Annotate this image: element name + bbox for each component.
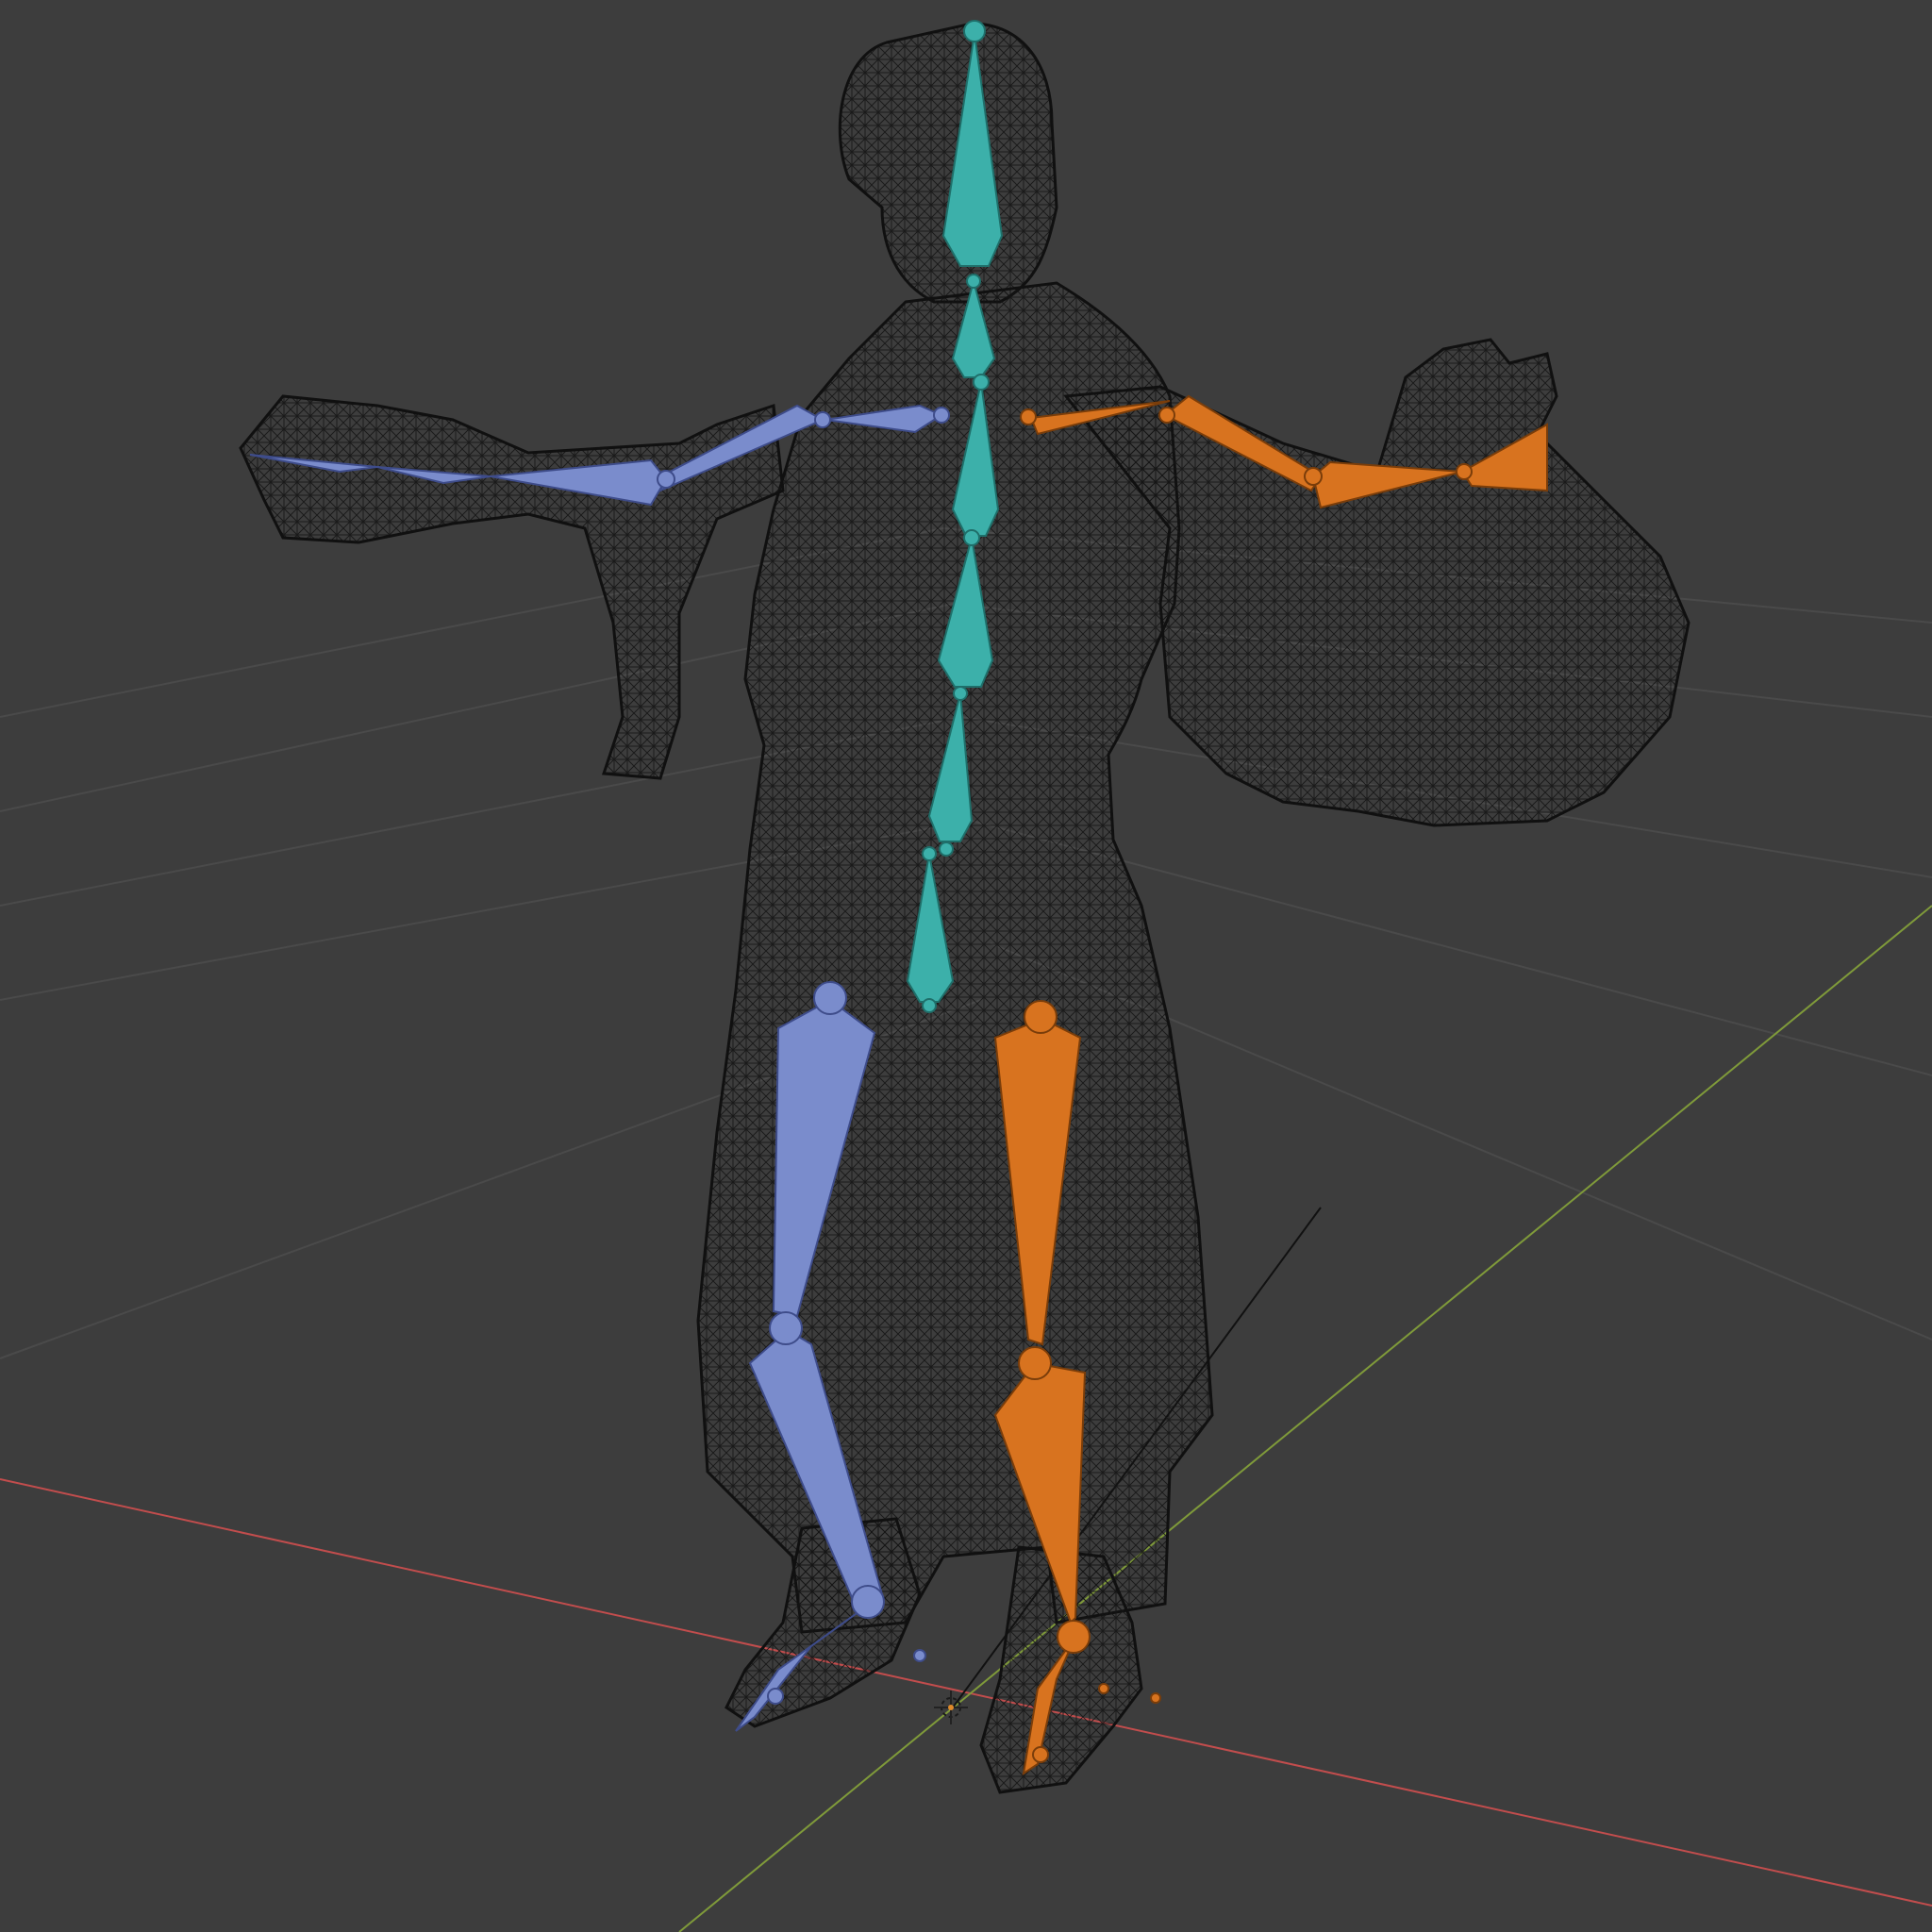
left-heel-bone[interactable]: [913, 1649, 926, 1662]
left-knee-joint[interactable]: [769, 1311, 803, 1345]
right-small-bone[interactable]: [1150, 1692, 1161, 1704]
root-joint[interactable]: [922, 998, 937, 1013]
left-shoulder-joint[interactable]: [933, 407, 950, 424]
left-wrist-joint[interactable]: [657, 470, 675, 489]
right-heel-bone[interactable]: [1098, 1683, 1109, 1694]
right-wrist-joint[interactable]: [1304, 467, 1323, 486]
right-knee-joint[interactable]: [1018, 1346, 1052, 1380]
neck-joint[interactable]: [966, 274, 981, 289]
character-mesh[interactable]: [239, 22, 1690, 1794]
head-mesh: [838, 22, 1058, 304]
left-foot-mesh: [724, 1517, 922, 1728]
3d-viewport[interactable]: [0, 0, 1932, 1932]
left-hip-joint[interactable]: [813, 981, 847, 1015]
right-shoulder-joint[interactable]: [1020, 408, 1037, 425]
spine-joint-2[interactable]: [953, 686, 968, 701]
right-elbow-joint[interactable]: [1158, 407, 1175, 424]
hips-joint-b[interactable]: [939, 841, 954, 857]
right-toe-joint[interactable]: [1032, 1746, 1049, 1763]
spine-joint-3[interactable]: [963, 529, 980, 546]
right-ankle-joint[interactable]: [1057, 1620, 1091, 1654]
left-arm-mesh: [239, 394, 785, 780]
right-hand-joint[interactable]: [1456, 463, 1473, 480]
left-elbow-joint[interactable]: [814, 411, 831, 428]
viewport-canvas[interactable]: [0, 0, 1932, 1932]
head-bone-tail[interactable]: [963, 20, 986, 42]
chest-joint[interactable]: [973, 374, 990, 391]
left-toe-joint[interactable]: [767, 1688, 784, 1705]
hips-joint-a[interactable]: [922, 846, 937, 861]
left-ankle-joint[interactable]: [851, 1585, 885, 1619]
right-hip-joint[interactable]: [1024, 1000, 1058, 1034]
